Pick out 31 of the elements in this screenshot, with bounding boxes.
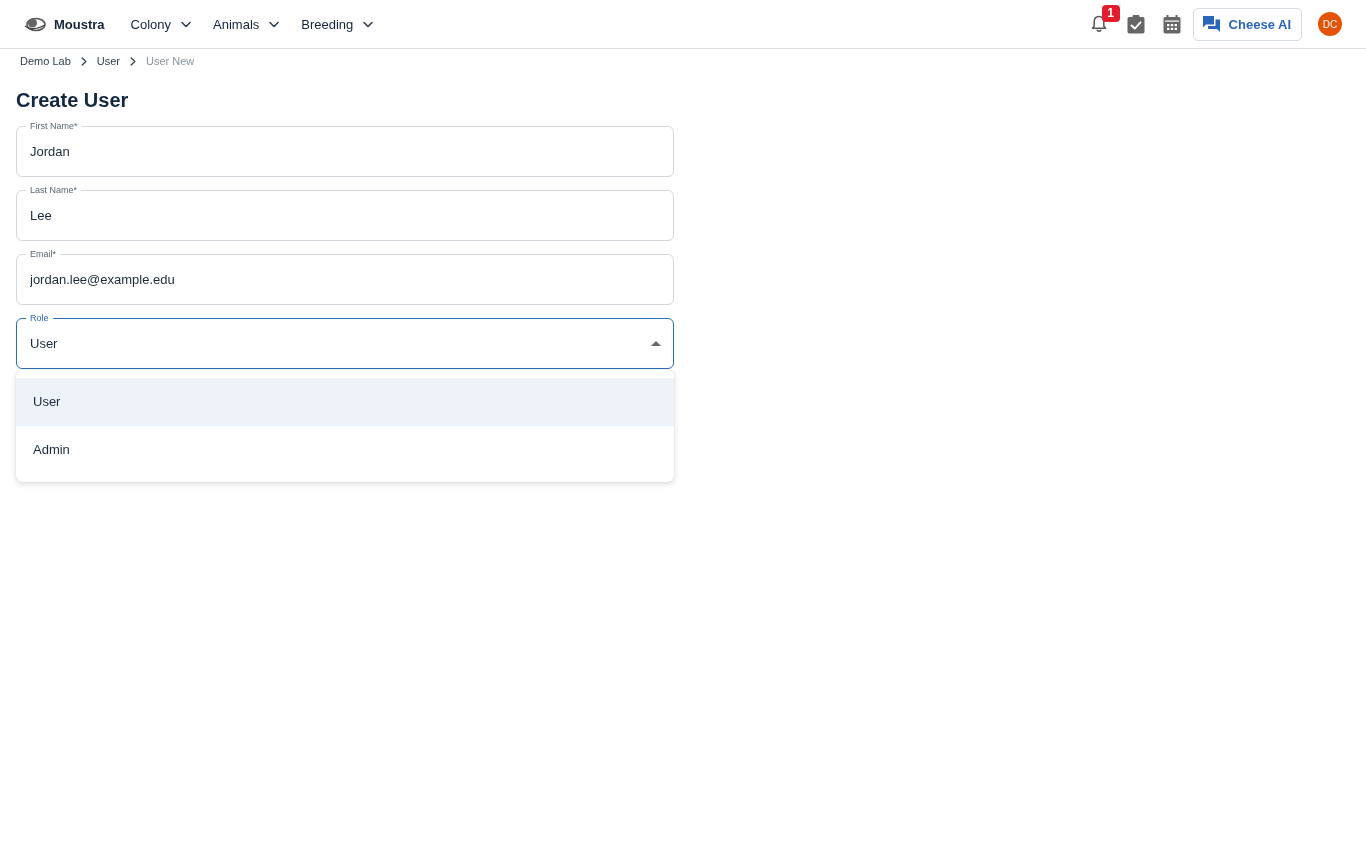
bell-icon <box>1090 15 1107 33</box>
chevron-down-icon <box>269 20 280 28</box>
assistant-button[interactable]: Cheese AI <box>1192 7 1302 41</box>
user-avatar[interactable]: DC <box>1318 12 1342 36</box>
nav-menu-button[interactable]: Animals <box>213 12 280 36</box>
breadcrumb-current: User New <box>146 55 195 67</box>
chat-icon <box>1202 16 1220 32</box>
menu-option[interactable]: Admin <box>16 426 674 474</box>
menu-option[interactable]: User <box>16 378 674 426</box>
tasks-button[interactable] <box>1126 14 1145 34</box>
nav-menu-button[interactable]: Breeding <box>301 12 374 36</box>
chevron-right-icon <box>130 56 136 66</box>
field-label: Last Name* <box>26 185 82 195</box>
clipboard-check-icon <box>1126 14 1145 34</box>
caret-up-icon <box>651 341 661 346</box>
breadcrumb-link[interactable]: Demo Lab <box>20 55 71 67</box>
nav-menu-button[interactable]: Colony <box>130 12 192 36</box>
calendar-button[interactable] <box>1162 14 1181 34</box>
breadcrumb-link[interactable]: User <box>96 55 120 67</box>
chevron-right-icon <box>80 56 87 66</box>
page-title: Create User <box>16 88 130 112</box>
notifications-button[interactable] <box>1090 15 1107 33</box>
logo-icon <box>24 16 46 32</box>
brand-name: Moustra <box>54 16 105 32</box>
field-label: Role <box>26 313 53 323</box>
notification-badge: 1 <box>1101 5 1120 22</box>
field-label: Email* <box>26 249 60 259</box>
calendar-icon <box>1162 14 1181 34</box>
field-label: First Name* <box>26 121 82 131</box>
chevron-down-icon <box>181 20 192 28</box>
chevron-down-icon <box>363 20 374 28</box>
